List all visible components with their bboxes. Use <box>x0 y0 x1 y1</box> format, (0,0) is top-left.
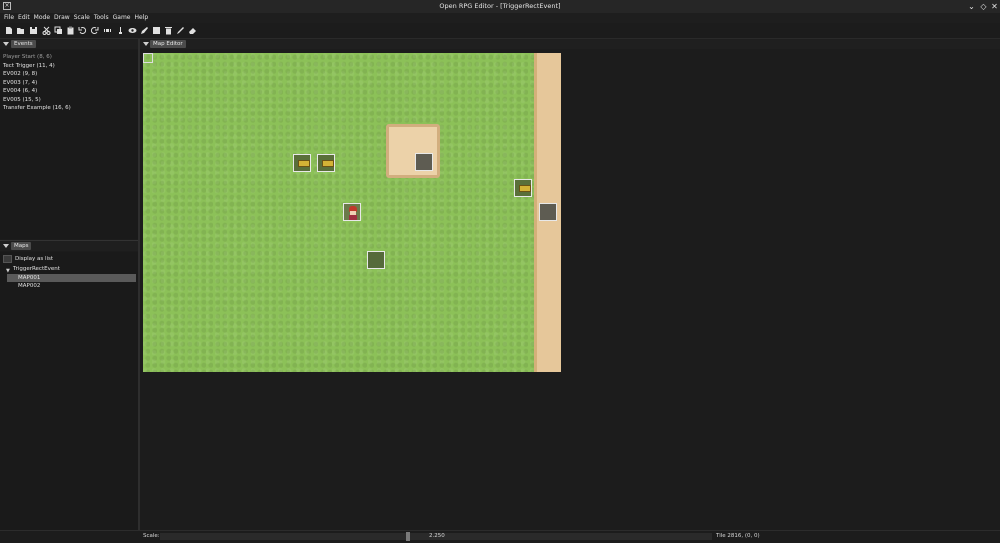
maps-tab[interactable]: Maps <box>11 242 32 250</box>
player-start-tile[interactable] <box>343 203 361 221</box>
menu-game[interactable]: Game <box>111 13 133 23</box>
eye-icon[interactable] <box>128 26 137 35</box>
events-panel-header: Events <box>0 39 139 49</box>
event-grass-tile[interactable] <box>367 251 385 269</box>
list-item[interactable]: Tect Trigger (11, 4) <box>3 62 55 71</box>
event-sign-tile[interactable] <box>317 154 335 172</box>
list-item[interactable]: EV005 (15, 5) <box>3 96 41 105</box>
scale-slider-handle[interactable] <box>406 532 411 541</box>
event-sign-tile[interactable] <box>293 154 311 172</box>
window-title: Open RPG Editor - [TriggerRectEvent] <box>439 2 561 10</box>
redo-icon[interactable] <box>90 26 99 35</box>
map-item-map001[interactable]: MAP001 <box>18 274 40 283</box>
pen-icon[interactable] <box>176 26 185 35</box>
tile-cursor <box>143 53 153 63</box>
toolbar <box>0 24 1000 39</box>
new-file-icon[interactable] <box>4 26 13 35</box>
undo-icon[interactable] <box>78 26 87 35</box>
title-bar: × Open RPG Editor - [TriggerRectEvent] ⌄… <box>0 0 1000 14</box>
menu-mode[interactable]: Mode <box>32 13 52 23</box>
open-folder-icon[interactable] <box>16 26 25 35</box>
cut-icon[interactable] <box>42 26 51 35</box>
events-tab[interactable]: Events <box>11 40 36 48</box>
minimize-button[interactable]: ⌄ <box>966 1 977 12</box>
menu-help[interactable]: Help <box>133 13 151 23</box>
map-editor-header: Map Editor <box>140 39 1000 49</box>
close-button[interactable]: ✕ <box>989 1 1000 12</box>
menu-list: File Edit Mode Draw Scale Tools Game Help <box>2 13 150 23</box>
trash-icon[interactable] <box>164 26 173 35</box>
display-as-list-checkbox[interactable] <box>3 255 12 263</box>
tile-info: Tile 2816, (0, 0) <box>716 533 760 539</box>
list-item[interactable]: EV004 (6, 4) <box>3 87 37 96</box>
display-as-list-label: Display as list <box>15 255 54 262</box>
events-list: Player Start (8, 6) Tect Trigger (11, 4)… <box>0 50 138 239</box>
player-body <box>349 215 357 220</box>
menu-draw[interactable]: Draw <box>52 13 72 23</box>
maximize-button[interactable]: ◇ <box>978 1 989 12</box>
status-bar: Scale: 2.250 Tile 2816, (0, 0) <box>0 530 1000 543</box>
list-item[interactable]: EV003 (7, 4) <box>3 79 37 88</box>
event-transfer-tile[interactable] <box>539 203 557 221</box>
collapse-triangle-icon[interactable] <box>143 42 149 46</box>
tree-root-item[interactable]: TriggerRectEvent <box>13 265 60 274</box>
pencil-icon[interactable] <box>140 26 149 35</box>
copy-icon[interactable] <box>54 26 63 35</box>
event-stone-tile[interactable] <box>415 153 433 171</box>
pin-icon[interactable] <box>116 26 125 35</box>
scale-label: Scale: <box>143 533 160 539</box>
layer-icon[interactable] <box>103 26 112 35</box>
menu-tools[interactable]: Tools <box>92 13 111 23</box>
paste-icon[interactable] <box>66 26 75 35</box>
list-item[interactable]: EV002 (9, 8) <box>3 70 37 79</box>
map-editor-tab[interactable]: Map Editor <box>150 40 186 48</box>
event-sign-tile[interactable] <box>514 179 532 197</box>
list-item[interactable]: Transfer Example (16, 6) <box>3 104 71 113</box>
eraser-icon[interactable] <box>188 26 197 35</box>
collapse-triangle-icon[interactable] <box>3 42 9 46</box>
list-item[interactable]: Player Start (8, 6) <box>3 53 52 62</box>
scale-value: 2.250 <box>429 533 445 539</box>
map-item-map002[interactable]: MAP002 <box>18 282 40 291</box>
save-icon[interactable] <box>29 26 38 35</box>
map-canvas[interactable] <box>143 53 561 372</box>
collapse-triangle-icon[interactable] <box>3 244 9 248</box>
menu-file[interactable]: File <box>2 13 16 23</box>
rectangle-icon[interactable] <box>152 26 161 35</box>
maps-tree: Display as list ▼ TriggerRectEvent MAP00… <box>0 252 138 530</box>
maps-panel-header: Maps <box>0 240 139 251</box>
menu-scale[interactable]: Scale <box>72 13 92 23</box>
menu-edit[interactable]: Edit <box>16 13 32 23</box>
